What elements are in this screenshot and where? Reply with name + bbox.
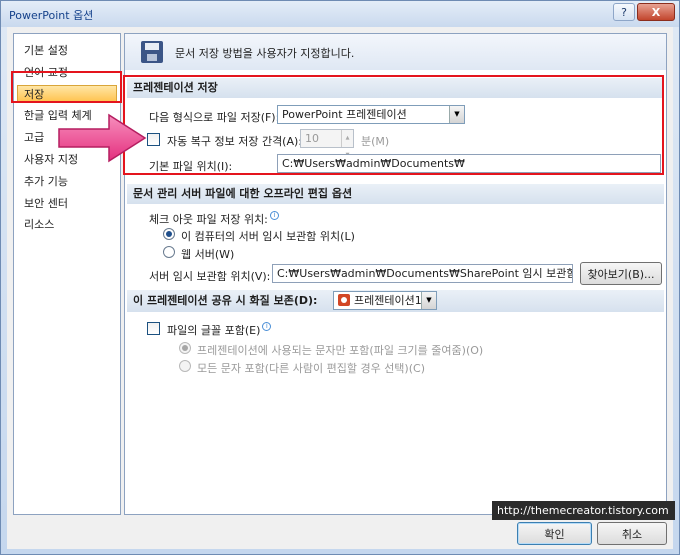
radio-embed-all-chars-label: 모든 문자 포함(다른 사람이 편집할 경우 선택)(C) bbox=[197, 362, 425, 375]
help-button[interactable]: ? bbox=[613, 3, 635, 21]
highlight-save-section bbox=[123, 75, 664, 175]
embed-fonts-label: 파일의 글꼴 포함(E) i bbox=[167, 322, 272, 338]
radio-embed-used-chars[interactable] bbox=[179, 342, 191, 354]
watermark-url: http://themecreator.tistory.com bbox=[492, 501, 675, 520]
pointer-arrow-icon bbox=[58, 113, 147, 163]
radio-embed-used-chars-label: 프레젠테이션에 사용되는 문자만 포함(파일 크기를 줄여줌)(O) bbox=[197, 344, 484, 357]
save-disk-icon bbox=[141, 41, 163, 63]
radio-web-server[interactable] bbox=[163, 246, 175, 258]
drafts-location-label: 서버 임시 보관함 위치(V): bbox=[149, 270, 271, 283]
embed-fonts-checkbox[interactable] bbox=[147, 322, 160, 335]
pane-header-text: 문서 저장 방법을 사용자가 지정합니다. bbox=[175, 47, 355, 60]
drafts-location-input[interactable]: C:₩Users₩admin₩Documents₩SharePoint 임시 보… bbox=[272, 264, 573, 283]
radio-web-server-label: 웹 서버(W) bbox=[181, 248, 235, 261]
presentation-combo-value: 프레젠테이션1 bbox=[354, 294, 422, 307]
close-button[interactable]: X bbox=[637, 3, 675, 21]
sidebar-item-trust-center[interactable]: 보안 센터 bbox=[24, 195, 68, 213]
cancel-button[interactable]: 취소 bbox=[597, 522, 667, 545]
powerpoint-icon bbox=[338, 294, 350, 306]
sidebar-item-add-ins[interactable]: 추가 기능 bbox=[24, 173, 68, 191]
info-icon: i bbox=[269, 211, 279, 220]
browse-button[interactable]: 찾아보기(B)... bbox=[580, 262, 662, 285]
title-bar: PowerPoint 옵션 ? X bbox=[1, 1, 679, 27]
pane-header: 문서 저장 방법을 사용자가 지정합니다. bbox=[125, 34, 666, 70]
powerpoint-options-window: PowerPoint 옵션 ? X 기본 설정 언어 교정 저장 한글 입력 체… bbox=[0, 0, 680, 555]
radio-local-drafts[interactable] bbox=[163, 228, 175, 240]
chevron-down-icon[interactable]: ▼ bbox=[421, 292, 436, 309]
sidebar-item-advanced[interactable]: 고급 bbox=[24, 129, 44, 147]
window-title: PowerPoint 옵션 bbox=[9, 9, 94, 22]
radio-embed-all-chars[interactable] bbox=[179, 360, 191, 372]
section-offline-editing: 문서 관리 서버 파일에 대한 오프라인 편집 옵션 bbox=[127, 184, 664, 204]
sidebar: 기본 설정 언어 교정 저장 한글 입력 체계 고급 사용자 지정 추가 기능 … bbox=[13, 33, 121, 515]
checkout-label: 체크 아웃 파일 저장 위치: i bbox=[149, 211, 279, 227]
presentation-combo[interactable]: 프레젠테이션1 ▼ bbox=[333, 291, 437, 310]
sidebar-item-general[interactable]: 기본 설정 bbox=[24, 42, 68, 60]
ok-button[interactable]: 확인 bbox=[517, 522, 592, 545]
sidebar-item-resources[interactable]: 리소스 bbox=[24, 216, 54, 234]
fidelity-title: 이 프레젠테이션 공유 시 화질 보존(D): bbox=[133, 294, 318, 307]
highlight-save-item bbox=[11, 71, 122, 103]
info-icon: i bbox=[262, 322, 272, 331]
radio-local-drafts-label: 이 컴퓨터의 서버 임시 보관함 위치(L) bbox=[181, 230, 355, 243]
